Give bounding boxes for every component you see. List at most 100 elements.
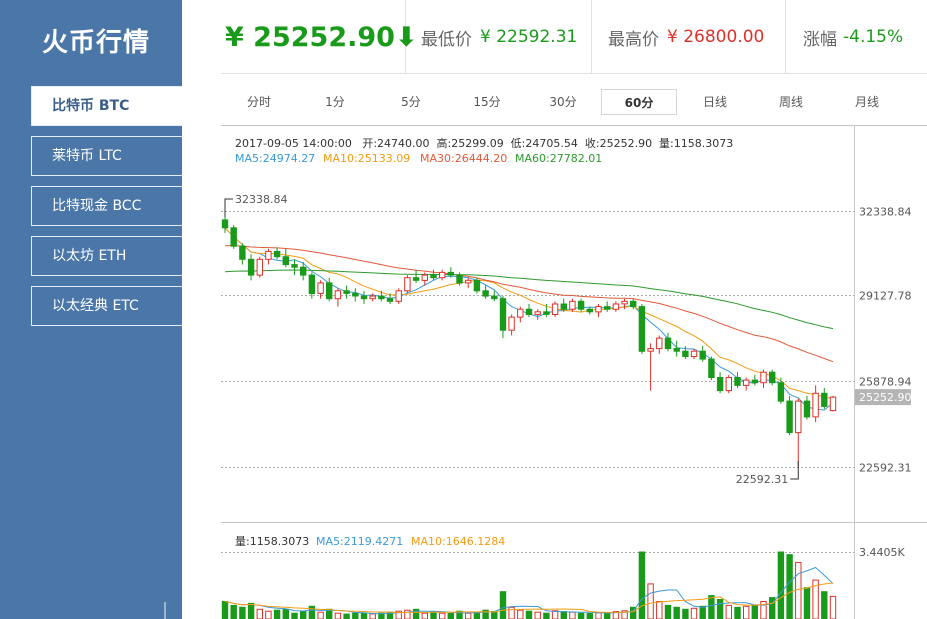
candle: [352, 288, 359, 302]
candle-body: [725, 377, 733, 392]
tab-daily[interactable]: 日线: [677, 89, 753, 115]
candle-body: [404, 277, 411, 292]
volume-ma10-info: MA10:1646.1284: [411, 535, 505, 548]
tab-1min[interactable]: 1分: [297, 89, 373, 115]
candle-body: [829, 396, 837, 412]
volume-bar: [725, 604, 733, 619]
last-price-label: 25252.90: [859, 391, 912, 404]
volume-bar: [638, 551, 646, 619]
volume-bar: [543, 612, 550, 619]
candle-body: [786, 400, 793, 434]
candle-body: [595, 306, 602, 313]
change-label: 涨幅: [803, 29, 837, 50]
sidebar-item-bcc[interactable]: 比特现金 BCC: [31, 186, 182, 226]
candle: [247, 254, 255, 281]
candle: [291, 259, 298, 276]
candle-body: [491, 295, 498, 300]
tab-30min[interactable]: 30分: [525, 89, 601, 115]
candle-body: [716, 377, 724, 392]
volume-bar: [708, 595, 715, 619]
sidebar-item-etc[interactable]: 以太经典 ETC: [31, 286, 182, 326]
volume-bars: [221, 551, 837, 619]
candle: [586, 306, 594, 315]
candle-body: [612, 303, 620, 310]
candle: [230, 225, 237, 249]
volume-ma5-info: MA5:2119.4271: [316, 535, 403, 548]
candle: [265, 248, 272, 265]
candle-body: [621, 300, 628, 305]
app-title: 火币行情: [42, 28, 151, 58]
volume-bar: [247, 602, 255, 619]
candle-body: [412, 277, 420, 281]
candle: [499, 296, 507, 339]
candle-body: [256, 258, 263, 276]
candle: [439, 269, 446, 281]
kline-chart-svg[interactable]: 2017-09-05 14:00:00 开:24740.00 高:25299.0…: [221, 125, 927, 619]
max-price-pointer: [224, 198, 233, 217]
max-price-label: 32338.84: [235, 193, 288, 206]
volume-bar: [491, 611, 498, 619]
volume-bar: [239, 606, 246, 619]
tab-monthly[interactable]: 月线: [829, 89, 905, 115]
candle: [760, 369, 767, 389]
volume-bar: [716, 599, 724, 619]
candle-body: [465, 279, 472, 284]
volume-bar: [577, 612, 585, 619]
tab-60min[interactable]: 60分: [601, 89, 677, 115]
candle: [803, 395, 811, 420]
tab-weekly[interactable]: 周线: [753, 89, 829, 115]
candle-body: [239, 245, 246, 260]
candle-body: [586, 308, 594, 313]
candle: [708, 356, 715, 381]
candle: [378, 290, 385, 302]
volume-bar: [473, 611, 481, 619]
volume-bar: [273, 609, 281, 619]
tab-15min[interactable]: 15分: [449, 89, 525, 115]
candle: [551, 301, 559, 318]
candle: [638, 303, 646, 354]
volume-bar: [534, 611, 541, 619]
candle: [334, 288, 342, 307]
volume-bar: [343, 613, 350, 619]
candle-body: [221, 219, 229, 229]
candle-body: [317, 282, 324, 294]
sidebar-item-btc[interactable]: 比特币 BTC: [31, 86, 182, 126]
sidebar: 火币行情 比特币 BTC 莱特币 LTC 比特现金 BCC 以太坊 ETH 以太…: [0, 0, 182, 619]
candle-body: [577, 300, 585, 310]
candle-body: [517, 308, 524, 318]
volume-bar: [221, 601, 229, 619]
volume-bar: [360, 613, 368, 619]
scrollbar-thumb[interactable]: [164, 602, 166, 619]
candle-body: [352, 292, 359, 297]
candle-body: [734, 377, 741, 386]
volume-bar: [734, 606, 741, 619]
high-price-cell: 最高价 ¥ 26800.00: [592, 0, 786, 74]
volume-bar: [743, 605, 750, 619]
candle-body: [525, 308, 533, 315]
candle: [308, 272, 316, 299]
change-cell: 涨幅 -4.15%: [786, 0, 927, 74]
price-gridlines: 32338.84 29127.78 25878.94 22592.31: [221, 206, 912, 475]
candle-body: [247, 258, 255, 276]
candle-body: [673, 348, 680, 352]
tab-timeshare[interactable]: 分时: [221, 89, 297, 115]
volume-bar: [447, 613, 455, 619]
volume-bar: [291, 612, 298, 619]
low-price-label: 最低价: [421, 29, 472, 50]
tab-5min[interactable]: 5分: [373, 89, 449, 115]
volume-bar: [352, 612, 359, 619]
candle-body: [604, 306, 611, 310]
candle-body: [569, 300, 576, 310]
candle: [360, 290, 368, 304]
ma60-info: MA60:27782.01: [515, 152, 602, 165]
sidebar-item-ltc[interactable]: 莱特币 LTC: [31, 136, 182, 176]
volume-bar: [439, 612, 446, 619]
candle-body: [421, 274, 429, 281]
kline-chart[interactable]: 2017-09-05 14:00:00 开:24740.00 高:25299.0…: [221, 125, 927, 619]
candle: [404, 275, 411, 294]
candle-body: [551, 303, 559, 315]
volume-bar: [560, 611, 568, 619]
volume-bar: [829, 595, 837, 619]
sidebar-item-eth[interactable]: 以太坊 ETH: [31, 236, 182, 276]
candle-body: [708, 358, 715, 379]
